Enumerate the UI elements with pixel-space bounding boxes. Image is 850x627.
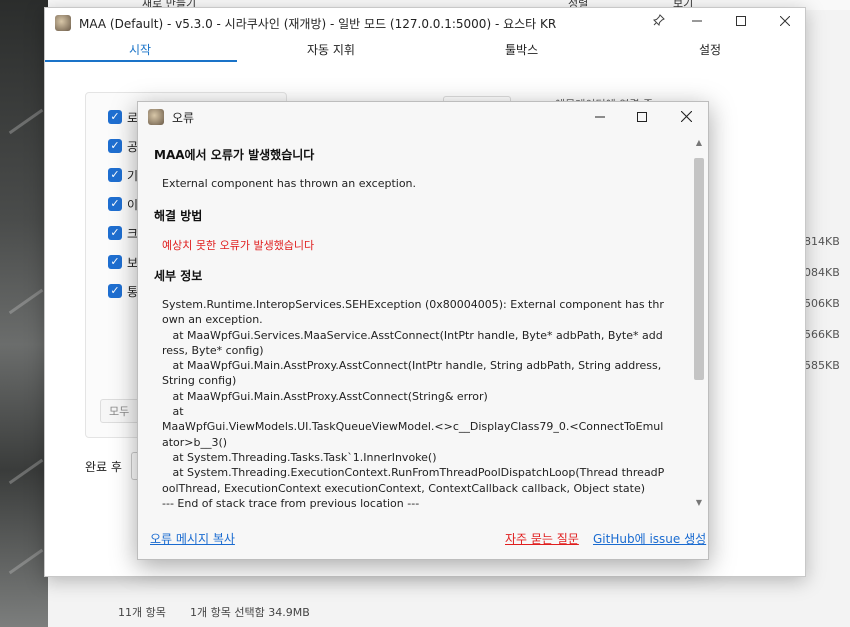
maa-logo-icon — [55, 15, 71, 31]
checkbox-checked-icon[interactable]: ✓ — [108, 168, 122, 182]
maa-window-title: MAA (Default) - v5.3.0 - 시라쿠사인 (재개방) - 일… — [79, 17, 557, 31]
close-icon[interactable] — [771, 12, 799, 34]
file-size: 585KB — [804, 359, 840, 372]
close-icon[interactable] — [671, 106, 701, 130]
checkbox-checked-icon[interactable]: ✓ — [108, 197, 122, 211]
minimize-icon[interactable] — [683, 12, 711, 34]
dialog-content: MAA에서 오류가 발생했습니다 External component has … — [138, 134, 690, 510]
dialog-title: 오류 — [172, 111, 195, 125]
checkbox-checked-icon[interactable]: ✓ — [108, 255, 122, 269]
checkbox-checked-icon[interactable]: ✓ — [108, 284, 122, 298]
tab-toolbox[interactable]: 툴박스 — [505, 41, 538, 58]
dialog-footer: 오류 메시지 복사 자주 묻는 질문 GitHub에 issue 생성 — [138, 522, 708, 552]
file-size-column: 814KB 084KB 506KB 566KB 585KB — [802, 235, 850, 390]
solution-heading: 해결 방법 — [154, 209, 203, 223]
scroll-down-icon[interactable]: ▼ — [694, 498, 704, 508]
scroll-up-icon[interactable]: ▲ — [694, 138, 704, 148]
explorer-statusbar: 11개 항목 1개 항목 선택함 34.9MB — [106, 600, 850, 627]
pin-icon[interactable] — [645, 12, 673, 34]
desktop-background — [0, 0, 48, 627]
tab-start[interactable]: 시작 — [129, 41, 151, 58]
dialog-titlebar: 오류 — [138, 102, 708, 132]
faq-link[interactable]: 자주 묻는 질문 — [505, 530, 579, 547]
file-size: 084KB — [804, 266, 840, 279]
error-message: External component has thrown an excepti… — [162, 177, 417, 190]
stack-trace: System.Runtime.InteropServices.SEHExcept… — [162, 298, 665, 510]
maa-logo-icon — [148, 109, 164, 125]
maximize-icon[interactable] — [727, 12, 755, 34]
checkbox-checked-icon[interactable]: ✓ — [108, 110, 122, 124]
item-count: 11개 항목 — [118, 606, 166, 619]
selection-info: 1개 항목 선택함 34.9MB — [190, 606, 310, 619]
maximize-icon[interactable] — [627, 106, 657, 130]
error-dialog: 오류 MAA에서 오류가 발생했습니다 External component h… — [137, 101, 709, 560]
active-tab-indicator — [45, 60, 237, 62]
file-size: 566KB — [804, 328, 840, 341]
error-heading: MAA에서 오류가 발생했습니다 — [154, 148, 315, 162]
dialog-scrollbar[interactable]: ▲ ▼ — [692, 134, 706, 510]
scroll-thumb[interactable] — [694, 158, 704, 380]
solution-text: 예상치 못한 오류가 발생했습니다 — [162, 239, 315, 252]
details-heading: 세부 정보 — [154, 269, 203, 283]
checkbox-checked-icon[interactable]: ✓ — [108, 139, 122, 153]
tab-settings[interactable]: 설정 — [699, 41, 721, 58]
maa-titlebar: MAA (Default) - v5.3.0 - 시라쿠사인 (재개방) - 일… — [45, 8, 805, 38]
minimize-icon[interactable] — [585, 106, 615, 130]
checkbox-checked-icon[interactable]: ✓ — [108, 226, 122, 240]
github-issue-link[interactable]: GitHub에 issue 생성 — [593, 530, 706, 547]
file-size: 814KB — [804, 235, 840, 248]
maa-tab-bar: 시작 자동 지휘 툴박스 설정 — [45, 38, 805, 62]
copy-error-link[interactable]: 오류 메시지 복사 — [150, 530, 235, 547]
file-size: 506KB — [804, 297, 840, 310]
tab-auto-command[interactable]: 자동 지휘 — [307, 41, 355, 58]
after-completion-label: 완료 후 — [85, 460, 122, 474]
